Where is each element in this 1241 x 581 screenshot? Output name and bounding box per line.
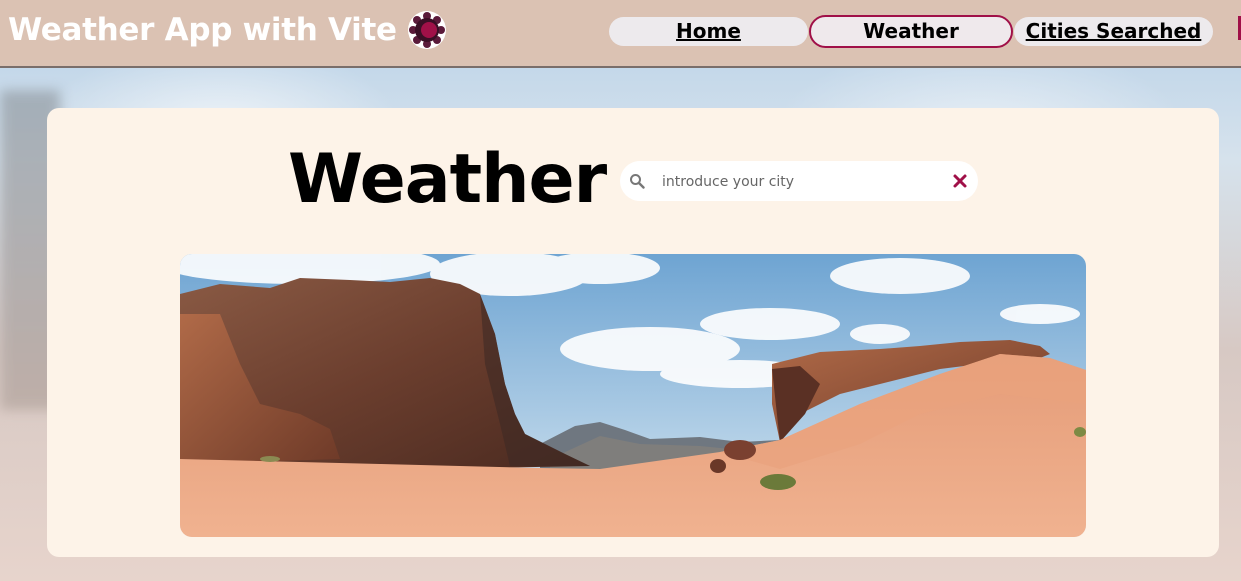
search-icon[interactable] — [629, 173, 645, 189]
app-header: Weather App with Vite Home Weather Citie… — [0, 0, 1241, 68]
nav-home-link[interactable]: Home — [609, 17, 808, 46]
city-search-input[interactable] — [660, 167, 934, 197]
page-title: Weather — [288, 140, 607, 219]
desert-landscape-photo — [180, 254, 1086, 537]
nav-weather-link[interactable]: Weather — [809, 15, 1013, 48]
nav-cities-searched-link[interactable]: Cities Searched — [1014, 17, 1213, 46]
main-nav: Home Weather Cities Searched — [0, 15, 1241, 49]
city-search-box[interactable] — [620, 161, 978, 201]
close-icon[interactable] — [951, 172, 969, 190]
